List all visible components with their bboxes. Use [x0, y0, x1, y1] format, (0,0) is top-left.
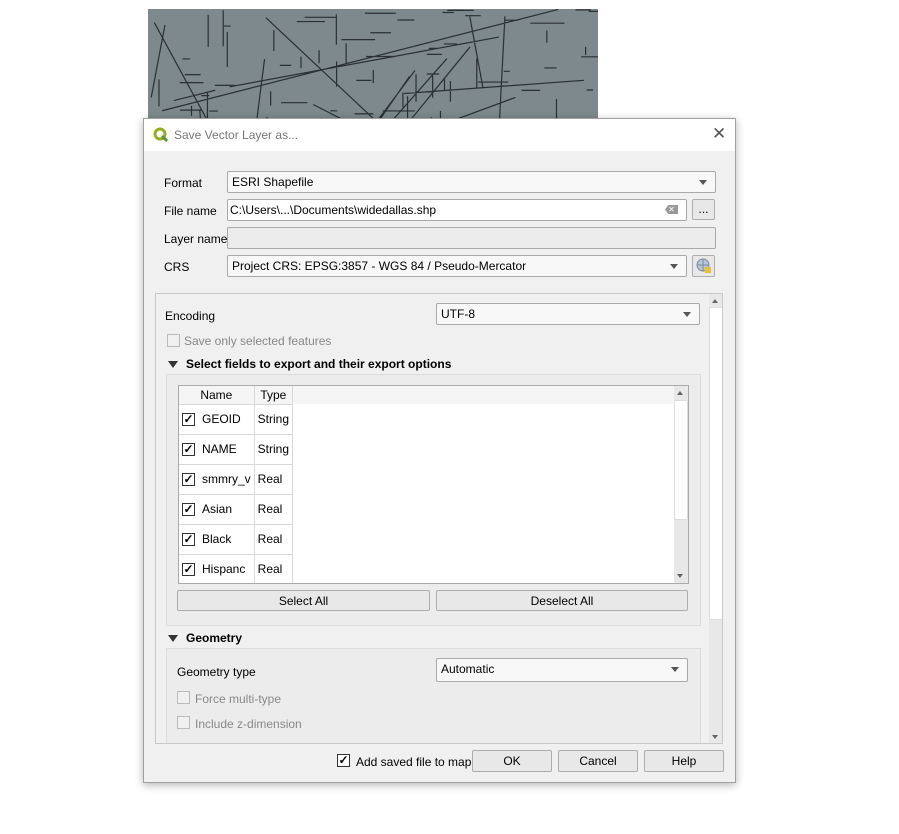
qgis-logo-icon [153, 127, 169, 143]
geometry-group: Geometry type Automatic Force multi-type… [166, 648, 701, 743]
browse-button[interactable]: ... [692, 199, 715, 220]
field-checkbox[interactable]: ✓ [182, 533, 195, 547]
geometry-section-title: Geometry [186, 631, 243, 645]
close-icon[interactable]: ✕ [712, 124, 726, 144]
table-row[interactable]: ✓ Black Real [179, 523, 294, 555]
field-name: Hispanc [202, 561, 246, 576]
scroll-down-icon[interactable] [712, 735, 718, 739]
geometry-type-select[interactable]: Automatic [436, 658, 688, 682]
ok-button[interactable]: OK [472, 750, 552, 772]
crs-select[interactable]: Project CRS: EPSG:3857 - WGS 84 / Pseudo… [227, 255, 687, 277]
field-type: String [253, 403, 294, 435]
table-row[interactable]: ✓ GEOID String [179, 403, 294, 435]
geometry-section-header[interactable]: Geometry [168, 631, 242, 645]
format-value: ESRI Shapefile [232, 175, 314, 189]
format-label: Format [164, 176, 203, 190]
options-scrollbar[interactable] [709, 294, 722, 743]
save-selected-checkbox[interactable] [167, 334, 180, 347]
include-z-label: Include z-dimension [195, 717, 302, 731]
scroll-down-icon[interactable] [677, 574, 683, 578]
filename-value: C:\Users\...\Documents\widedallas.shp [230, 203, 437, 217]
crs-value: Project CRS: EPSG:3857 - WGS 84 / Pseudo… [232, 259, 527, 273]
fields-scrollbar[interactable] [674, 386, 688, 583]
cancel-button[interactable]: Cancel [558, 750, 638, 772]
select-crs-button[interactable] [692, 255, 715, 277]
collapse-triangle-icon [168, 361, 178, 369]
chevron-down-icon [670, 264, 678, 269]
table-row[interactable]: ✓ Hispanc Real [179, 553, 294, 583]
encoding-select[interactable]: UTF-8 [436, 303, 700, 325]
chevron-down-icon [683, 312, 691, 317]
fields-table: Name Type ✓ GEOID String ✓ NAME String ✓ smmry_v… [178, 385, 689, 584]
dialog-title: Save Vector Layer as... [174, 128, 299, 142]
field-name: GEOID [202, 411, 241, 426]
fields-section-header[interactable]: Select fields to export and their export… [168, 357, 451, 371]
chevron-down-icon [699, 180, 707, 185]
crs-label: CRS [164, 260, 190, 274]
scrollbar-thumb[interactable] [709, 307, 722, 620]
save-vector-layer-dialog: Save Vector Layer as... ✕ Format ESRI Sh… [143, 118, 736, 783]
field-type: Real [253, 553, 294, 583]
chevron-down-icon [671, 667, 679, 672]
field-type: Real [253, 493, 294, 525]
force-multi-label: Force multi-type [195, 692, 282, 706]
table-row[interactable]: ✓ smmry_v Real [179, 463, 294, 495]
save-selected-label: Save only selected features [184, 334, 332, 348]
scrollbar-thumb[interactable] [674, 400, 688, 520]
field-checkbox[interactable]: ✓ [182, 503, 195, 517]
column-header-name[interactable]: Name [179, 386, 255, 405]
format-select[interactable]: ESRI Shapefile [227, 171, 716, 193]
filename-input[interactable]: C:\Users\...\Documents\widedallas.shp ✕ [227, 199, 687, 221]
help-button[interactable]: Help [644, 750, 724, 772]
fields-section-title: Select fields to export and their export… [186, 357, 452, 371]
column-header-type[interactable]: Type [253, 386, 294, 405]
table-row[interactable]: ✓ NAME String [179, 433, 294, 465]
add-to-map-checkbox[interactable]: ✓ [337, 754, 350, 767]
collapse-triangle-icon [168, 635, 178, 643]
title-bar: Save Vector Layer as... ✕ [144, 119, 735, 151]
field-checkbox[interactable]: ✓ [182, 413, 195, 427]
options-scroll-area: Encoding UTF-8 Save only selected featur… [155, 293, 723, 744]
field-name: smmry_v [202, 471, 251, 486]
encoding-label: Encoding [165, 309, 216, 323]
include-z-checkbox[interactable] [177, 716, 190, 729]
field-checkbox[interactable]: ✓ [182, 473, 195, 487]
field-checkbox[interactable]: ✓ [182, 443, 195, 457]
geometry-type-label: Geometry type [177, 665, 256, 679]
clear-icon[interactable]: ✕ [665, 205, 678, 214]
layername-label: Layer name [164, 232, 228, 246]
globe-icon [696, 258, 711, 273]
add-to-map-label: Add saved file to map [356, 755, 472, 769]
field-type: String [253, 433, 294, 465]
field-type: Real [253, 463, 294, 495]
encoding-value: UTF-8 [441, 307, 475, 321]
geometry-type-value: Automatic [441, 662, 495, 676]
table-row[interactable]: ✓ Asian Real [179, 493, 294, 525]
scroll-up-icon[interactable] [712, 299, 718, 303]
force-multi-checkbox[interactable] [177, 691, 190, 704]
scroll-up-icon[interactable] [677, 391, 683, 395]
layername-input[interactable] [227, 227, 716, 249]
fields-group: Name Type ✓ GEOID String ✓ NAME String ✓ smmry_v… [166, 374, 701, 626]
field-name: NAME [202, 441, 237, 456]
field-name: Black [202, 531, 232, 546]
deselect-all-button[interactable]: Deselect All [436, 590, 688, 611]
select-all-button[interactable]: Select All [177, 590, 430, 611]
field-checkbox[interactable]: ✓ [182, 563, 195, 577]
fields-table-grid: Name Type ✓ GEOID String ✓ NAME String ✓ smmry_v… [179, 386, 294, 583]
filename-label: File name [164, 204, 217, 218]
field-name: Asian [202, 501, 233, 516]
field-type: Real [253, 523, 294, 555]
